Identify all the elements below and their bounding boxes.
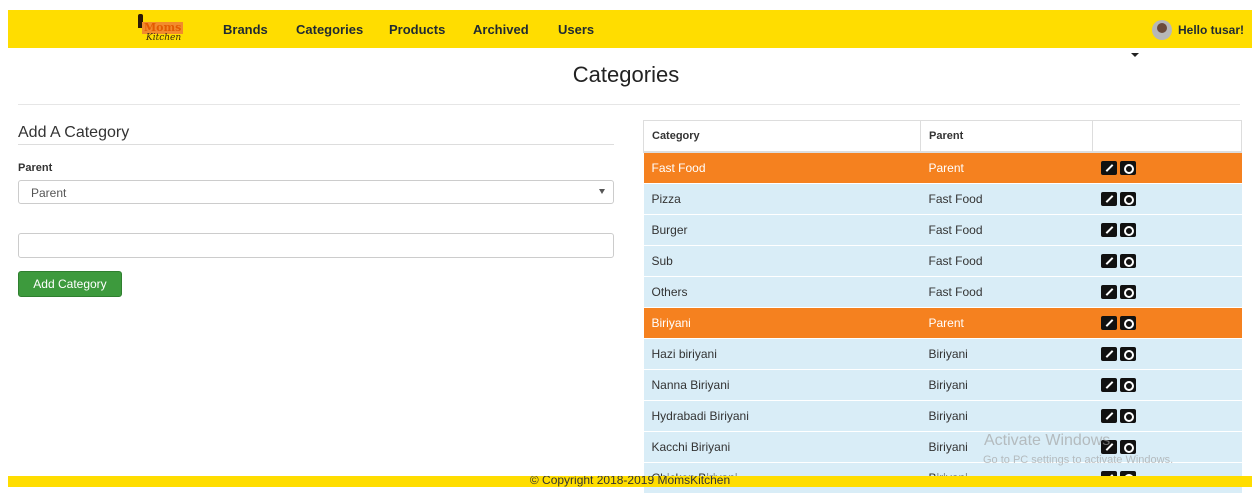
edit-pencil-icon[interactable] [1100,161,1117,175]
parent-select-value: Parent [31,186,67,200]
parent-cell: Fast Food [920,276,1093,308]
categories-table: Category Parent Fast Food Parent Pizza Fast… [643,120,1242,494]
parent-cell: Fast Food [920,183,1093,215]
delete-icon[interactable] [1119,161,1136,175]
edit-pencil-icon[interactable] [1100,223,1117,237]
category-cell: Nanna Biriyani [643,369,921,401]
category-cell: Kacchi Biriyani [643,431,921,463]
nav-link-categories[interactable]: Categories [296,22,363,37]
moms-kitchen-logo[interactable]: Moms Kitchen [136,14,184,44]
delete-icon[interactable] [1119,378,1136,392]
parent-label: Parent [18,162,53,174]
activation-watermark-subtitle: Go to PC settings to activate Windows. [983,454,1174,466]
parent-cell: Biriyani [920,400,1093,432]
delete-icon[interactable] [1119,223,1136,237]
category-name-input[interactable] [18,233,614,258]
add-category-heading: Add A Category [18,124,130,141]
top-navbar: Moms Kitchen Brands Categories Products … [8,10,1252,48]
table-row: Biriyani Parent [643,307,1242,339]
column-header-category: Category [643,120,921,153]
actions-cell [1092,400,1242,432]
table-row: Burger Fast Food [643,214,1242,246]
edit-pencil-icon[interactable] [1100,192,1117,206]
category-cell: Hydrabadi Biriyani [643,400,921,432]
edit-pencil-icon[interactable] [1100,254,1117,268]
table-row: Hazi biriyani Biriyani [643,338,1242,370]
actions-cell [1092,183,1242,215]
delete-icon[interactable] [1119,316,1136,330]
category-cell: Pizza [643,183,921,215]
parent-cell: Fast Food [920,245,1093,277]
parent-cell: Biriyani [920,338,1093,370]
category-cell: Fast Food [643,152,921,184]
category-cell: Burger [643,214,921,246]
parent-cell: Biriyani [920,369,1093,401]
edit-pencil-icon[interactable] [1100,347,1117,361]
footer: © Copyright 2018-2019 MomsKitchen [8,476,1252,487]
chevron-down-icon[interactable] [1131,53,1139,57]
edit-pencil-icon[interactable] [1100,285,1117,299]
category-cell: Biriyani [643,307,921,339]
category-cell: Hazi biriyani [643,338,921,370]
delete-icon[interactable] [1119,254,1136,268]
avatar [1151,20,1172,40]
delete-icon[interactable] [1119,192,1136,206]
delete-icon[interactable] [1119,409,1136,423]
user-menu[interactable]: Hello tusar! [1151,20,1244,40]
edit-pencil-icon[interactable] [1100,316,1117,330]
category-cell: Others [643,276,921,308]
column-header-actions [1092,120,1242,153]
actions-cell [1092,369,1242,401]
actions-cell [1092,338,1242,370]
table-row: Nanna Biriyani Biriyani [643,369,1242,401]
section-divider [18,144,614,145]
table-row: Fast Food Parent [643,152,1242,184]
delete-icon[interactable] [1119,440,1136,454]
parent-select[interactable]: Parent [18,180,614,204]
parent-cell: Parent [920,152,1093,184]
page-title: Categories [572,62,680,87]
copyright-text: © Copyright 2018-2019 MomsKitchen [529,476,731,487]
actions-cell [1092,276,1242,308]
edit-pencil-icon[interactable] [1100,378,1117,392]
activation-watermark-title: Activate Windows [984,432,1111,449]
parent-cell: Parent [920,307,1093,339]
column-header-parent: Parent [920,120,1093,153]
table-row: Sub Fast Food [643,245,1242,277]
table-body: Fast Food Parent Pizza Fast Food Burger Fast … [643,152,1242,494]
actions-cell [1092,152,1242,184]
table-row: Others Fast Food [643,276,1242,308]
delete-icon[interactable] [1119,347,1136,361]
table-row: Pizza Fast Food [643,183,1242,215]
nav-link-users[interactable]: Users [558,22,594,37]
edit-pencil-icon[interactable] [1100,409,1117,423]
user-greeting: Hello tusar! [1177,23,1244,37]
actions-cell [1092,245,1242,277]
logo-text-bottom: Kitchen [146,33,182,43]
dropdown-arrow-icon [599,189,605,194]
nav-link-products[interactable]: Products [389,22,445,37]
nav-link-archived[interactable]: Archived [473,22,529,37]
table-header-row: Category Parent [643,120,1242,153]
category-cell: Sub [643,245,921,277]
actions-cell [1092,307,1242,339]
nav-link-brands[interactable]: Brands [223,22,268,37]
add-category-button[interactable]: Add Category [18,271,122,297]
parent-cell: Fast Food [920,214,1093,246]
delete-icon[interactable] [1119,285,1136,299]
title-divider [18,104,1240,105]
actions-cell [1092,214,1242,246]
table-row: Hydrabadi Biriyani Biriyani [643,400,1242,432]
